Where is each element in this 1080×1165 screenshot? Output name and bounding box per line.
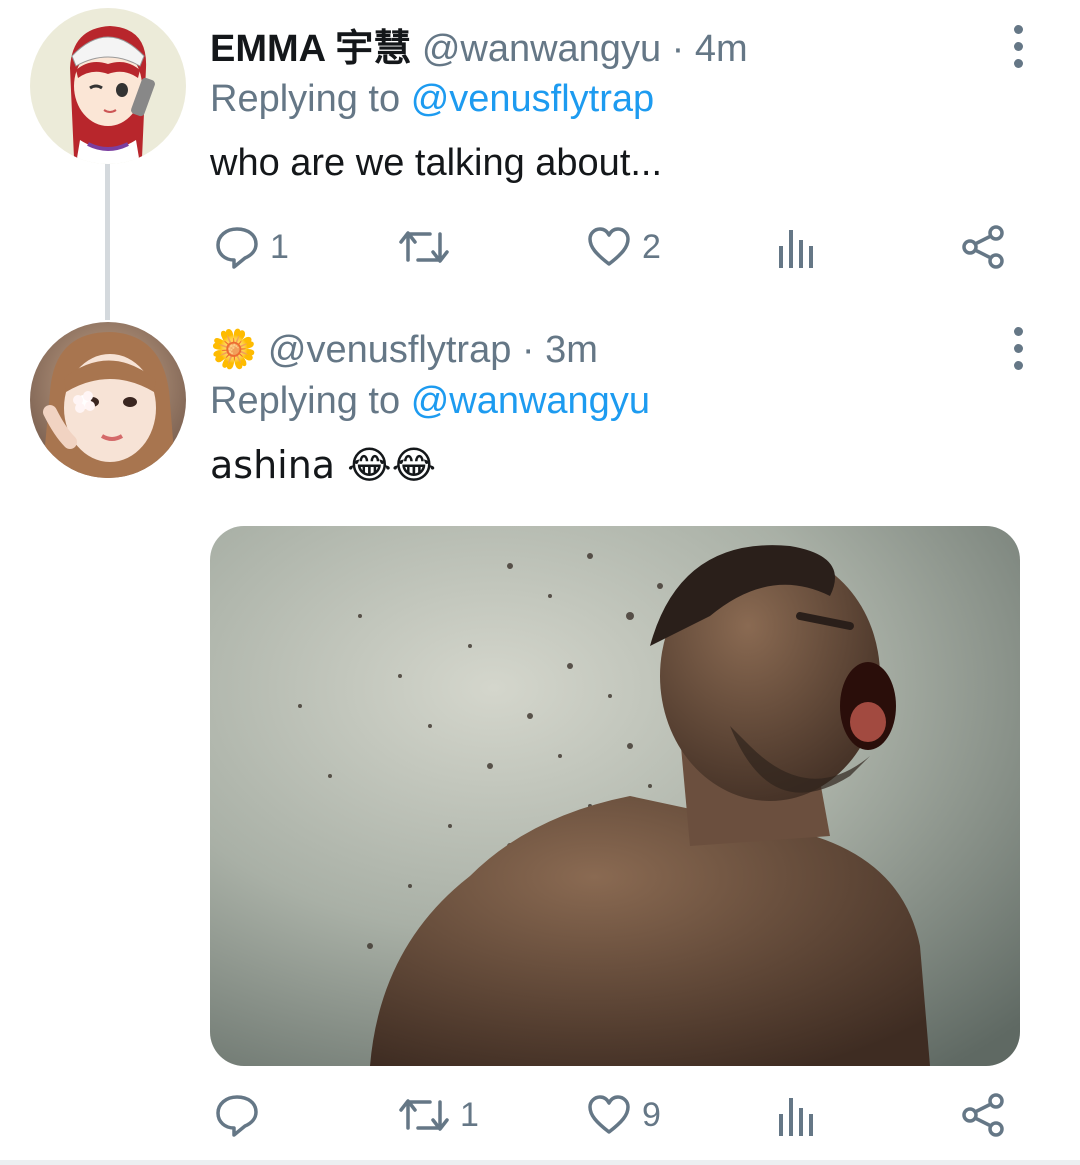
- replying-prefix: Replying to: [210, 380, 401, 422]
- like-button[interactable]: 9: [586, 1090, 661, 1140]
- tweet-header: 🌼 @venusflytrap · 3m: [210, 326, 598, 373]
- like-count: 9: [642, 1095, 661, 1134]
- timestamp[interactable]: 4m: [695, 28, 748, 70]
- divider: [0, 1160, 1080, 1165]
- flower-emoji-name[interactable]: 🌼: [210, 327, 257, 371]
- display-name[interactable]: EMMA 宇慧: [210, 28, 411, 70]
- share-icon: [962, 1093, 1004, 1137]
- more-dot: [1013, 58, 1023, 68]
- retweet-count: 1: [460, 1095, 479, 1134]
- more-options-button[interactable]: [996, 318, 1040, 378]
- handle[interactable]: @wanwangyu: [422, 28, 661, 70]
- timestamp[interactable]: 3m: [545, 329, 598, 371]
- handle[interactable]: @venusflytrap: [268, 329, 511, 371]
- replying-to-link[interactable]: @venusflytrap: [411, 78, 654, 120]
- retweet-icon: [399, 1099, 449, 1131]
- replying-prefix: Replying to: [210, 78, 401, 120]
- share-button[interactable]: [960, 1090, 1006, 1140]
- heart-icon: [588, 1095, 630, 1134]
- reply-icon: [216, 1095, 258, 1137]
- anime-girl-avatar-icon: [30, 8, 186, 164]
- more-dot: [1013, 326, 1023, 336]
- reply-icon: [216, 227, 258, 269]
- more-dot: [1013, 360, 1023, 370]
- like-button[interactable]: 2: [586, 222, 661, 272]
- analytics-button[interactable]: [776, 1090, 816, 1140]
- reply-count: 1: [270, 227, 289, 266]
- reply-button[interactable]: 1: [214, 222, 289, 272]
- separator-dot: ·: [521, 329, 535, 371]
- retweet-icon: [399, 231, 449, 263]
- replying-to: Replying to @venusflytrap: [210, 76, 654, 122]
- like-count: 2: [642, 227, 661, 266]
- share-icon: [962, 225, 1004, 269]
- more-dot: [1013, 24, 1023, 34]
- tweet-text: who are we talking about...: [210, 142, 663, 184]
- disintegrating-man-photo-icon: [210, 526, 1020, 1066]
- tweet-media[interactable]: [210, 526, 1020, 1066]
- girl-photo-avatar-icon: [30, 322, 186, 478]
- reply-button[interactable]: [214, 1090, 270, 1140]
- analytics-button[interactable]: [776, 222, 816, 272]
- replying-to-link[interactable]: @wanwangyu: [411, 380, 650, 422]
- replying-to: Replying to @wanwangyu: [210, 378, 650, 424]
- thread-line: [105, 162, 110, 320]
- tweet-text: ashina 😂😂: [210, 443, 436, 487]
- tweet-header: EMMA 宇慧 @wanwangyu · 4m: [210, 26, 748, 72]
- retweet-button[interactable]: 1: [398, 1090, 479, 1140]
- heart-icon: [588, 227, 630, 266]
- avatar[interactable]: [30, 322, 186, 478]
- avatar[interactable]: [30, 8, 186, 164]
- analytics-icon: [779, 230, 813, 268]
- retweet-button[interactable]: [398, 222, 460, 272]
- more-dot: [1013, 343, 1023, 353]
- analytics-icon: [779, 1098, 813, 1136]
- more-options-button[interactable]: [996, 16, 1040, 76]
- share-button[interactable]: [960, 222, 1006, 272]
- more-dot: [1013, 41, 1023, 51]
- separator-dot: ·: [671, 28, 685, 70]
